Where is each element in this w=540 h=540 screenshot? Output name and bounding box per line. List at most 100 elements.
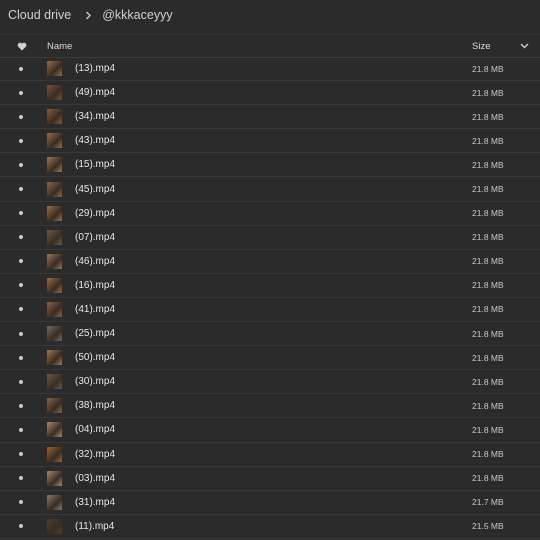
file-name[interactable]: (30).mp4: [75, 376, 115, 387]
dot-icon[interactable]: [19, 259, 23, 264]
table-row[interactable]: (38).mp4 21.8 MB: [0, 394, 540, 419]
file-name[interactable]: (11).mp4: [75, 521, 114, 532]
file-name[interactable]: (43).mp4: [75, 135, 115, 146]
file-size: 21.8 MB: [472, 111, 504, 122]
table-row[interactable]: (30).mp4 21.8 MB: [0, 370, 540, 395]
table-row[interactable]: (34).mp4 21.8 MB: [0, 105, 540, 130]
file-name[interactable]: (15).mp4: [75, 159, 115, 170]
file-size: 21.8 MB: [472, 87, 504, 98]
file-size: 21.8 MB: [472, 135, 504, 146]
breadcrumb-current[interactable]: @kkkaceyyy: [102, 8, 172, 22]
dot-icon[interactable]: [19, 114, 23, 119]
file-size: 21.8 MB: [472, 304, 504, 315]
file-size: 21.7 MB: [472, 497, 504, 508]
video-thumbnail: [47, 181, 62, 197]
file-name[interactable]: (29).mp4: [75, 208, 115, 219]
file-size: 21.5 MB: [472, 521, 504, 532]
dot-icon[interactable]: [19, 90, 23, 95]
dot-icon[interactable]: [19, 427, 23, 432]
file-size: 21.8 MB: [472, 352, 504, 363]
chevron-down-icon[interactable]: [520, 43, 529, 49]
dot-icon[interactable]: [19, 379, 23, 384]
file-name[interactable]: (31).mp4: [75, 497, 115, 508]
video-thumbnail: [47, 85, 62, 101]
table-row[interactable]: (13).mp4 21.8 MB: [0, 57, 540, 82]
file-name[interactable]: (04).mp4: [75, 424, 115, 435]
column-header-name[interactable]: Name: [47, 41, 72, 52]
video-thumbnail: [47, 422, 62, 438]
table-row[interactable]: (29).mp4 21.8 MB: [0, 202, 540, 226]
video-thumbnail: [47, 494, 62, 510]
dot-icon[interactable]: [19, 66, 23, 71]
video-thumbnail: [47, 61, 62, 77]
file-name[interactable]: (41).mp4: [75, 304, 115, 315]
file-name[interactable]: (46).mp4: [75, 256, 115, 267]
table-row[interactable]: (31).mp4 21.7 MB: [0, 491, 540, 515]
dot-icon[interactable]: [19, 355, 23, 360]
video-thumbnail: [47, 326, 62, 342]
file-size: 21.8 MB: [472, 473, 504, 484]
file-size: 21.8 MB: [472, 400, 504, 411]
dot-icon[interactable]: [19, 138, 23, 143]
file-size: 21.8 MB: [472, 63, 504, 74]
table-row[interactable]: (32).mp4 21.8 MB: [0, 443, 540, 467]
dot-icon[interactable]: [19, 476, 23, 481]
table-row[interactable]: (03).mp4 21.8 MB: [0, 467, 540, 491]
dot-icon[interactable]: [19, 235, 23, 240]
video-thumbnail: [47, 133, 62, 149]
file-name[interactable]: (07).mp4: [75, 232, 115, 243]
table-row[interactable]: (50).mp4 21.8 MB: [0, 346, 540, 371]
dot-icon[interactable]: [19, 331, 23, 336]
heart-icon[interactable]: [14, 42, 30, 51]
table-row[interactable]: (43).mp4 21.8 MB: [0, 129, 540, 154]
file-list: (13).mp4 21.8 MB (49).mp4 21.8 MB (34).mp4 21…: [0, 57, 540, 539]
file-name[interactable]: (38).mp4: [75, 400, 115, 411]
file-name[interactable]: (34).mp4: [75, 111, 115, 122]
table-row[interactable]: (04).mp4 21.8 MB: [0, 418, 540, 443]
table-row[interactable]: (49).mp4 21.8 MB: [0, 81, 540, 106]
dot-icon[interactable]: [19, 452, 23, 457]
dot-icon[interactable]: [19, 500, 23, 505]
file-name[interactable]: (25).mp4: [75, 328, 115, 339]
breadcrumb-root[interactable]: Cloud drive: [8, 8, 71, 22]
chevron-right-icon: [85, 11, 92, 20]
file-name[interactable]: (03).mp4: [75, 473, 115, 484]
dot-icon[interactable]: [19, 162, 23, 167]
table-row[interactable]: (41).mp4 21.8 MB: [0, 298, 540, 323]
table-row[interactable]: (15).mp4 21.8 MB: [0, 153, 540, 178]
file-name[interactable]: (13).mp4: [75, 63, 115, 74]
table-row[interactable]: (25).mp4 21.8 MB: [0, 322, 540, 347]
file-name[interactable]: (16).mp4: [75, 280, 115, 291]
table-row[interactable]: (11).mp4 21.5 MB: [0, 515, 540, 539]
video-thumbnail: [47, 446, 62, 462]
file-size: 21.8 MB: [472, 159, 504, 170]
file-size: 21.8 MB: [472, 184, 504, 195]
video-thumbnail: [47, 470, 62, 486]
table-row[interactable]: (07).mp4 21.8 MB: [0, 226, 540, 250]
file-name[interactable]: (45).mp4: [75, 184, 115, 195]
file-name[interactable]: (32).mp4: [75, 449, 115, 460]
file-size: 21.8 MB: [472, 328, 504, 339]
file-name[interactable]: (50).mp4: [75, 352, 115, 363]
dot-icon[interactable]: [19, 211, 23, 216]
dot-icon[interactable]: [19, 307, 23, 312]
table-row[interactable]: (46).mp4 21.8 MB: [0, 250, 540, 274]
dot-icon[interactable]: [19, 524, 23, 529]
table-row[interactable]: (45).mp4 21.8 MB: [0, 177, 540, 202]
dot-icon[interactable]: [19, 283, 23, 288]
breadcrumb: Cloud drive @kkkaceyyy: [0, 0, 540, 30]
video-thumbnail: [47, 205, 62, 221]
video-thumbnail: [47, 518, 62, 534]
file-size: 21.8 MB: [472, 208, 504, 219]
cloud-drive-window: Cloud drive @kkkaceyyy Name Size (13).mp…: [0, 0, 540, 540]
video-thumbnail: [47, 398, 62, 414]
dot-icon[interactable]: [19, 187, 23, 192]
dot-icon[interactable]: [19, 403, 23, 408]
column-header-size[interactable]: Size: [472, 41, 490, 52]
file-size: 21.8 MB: [472, 424, 504, 435]
table-row[interactable]: (16).mp4 21.8 MB: [0, 274, 540, 298]
video-thumbnail: [47, 229, 62, 245]
file-size: 21.8 MB: [472, 280, 504, 291]
file-size: 21.8 MB: [472, 376, 504, 387]
file-name[interactable]: (49).mp4: [75, 87, 115, 98]
